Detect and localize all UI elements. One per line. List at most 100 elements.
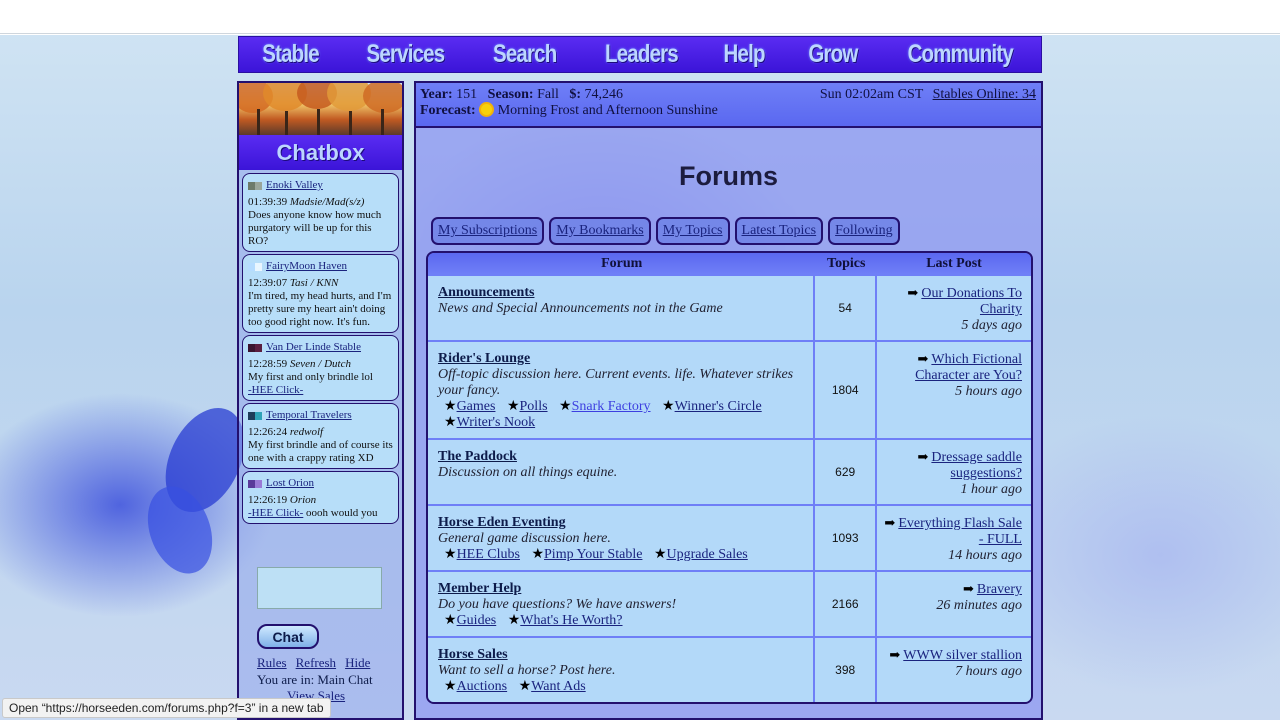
clock-online: Sun 02:02am CST Stables Online: 34 [820, 87, 1036, 103]
forum-cell: The Paddock Discussion on all things equi… [428, 440, 816, 504]
header-forum: Forum [601, 255, 643, 271]
chat-user: redwolf [289, 426, 324, 438]
subforum-link[interactable]: Polls [520, 399, 548, 414]
subforum-link[interactable]: Writer's Nook [457, 415, 536, 430]
nav-leaders[interactable]: Leaders [605, 40, 679, 69]
subforum-link[interactable]: Winner's Circle [675, 399, 762, 414]
hee-click-link[interactable]: -HEE Click- [248, 384, 303, 396]
chat-stable-link[interactable]: Temporal Travelers [266, 409, 352, 422]
forum-description: Discussion on all things equine. [438, 465, 618, 480]
arrow-right-icon: ➡ [962, 581, 974, 596]
chat-stable-row: Lost Orion [248, 477, 393, 490]
chat-message-input[interactable] [257, 567, 382, 609]
forum-name-link[interactable]: Announcements [438, 285, 534, 300]
chat-stable-link[interactable]: FairyMoon Haven [266, 260, 347, 273]
subforum-link[interactable]: HEE Clubs [457, 547, 520, 562]
chat-user: Seven / Dutch [289, 358, 351, 370]
subforum-link[interactable]: Snark Factory [572, 399, 651, 414]
chat-time: 01:39:39 [248, 196, 288, 208]
star-icon: ★ [506, 399, 520, 414]
rules-link[interactable]: Rules [257, 655, 287, 671]
star-icon: ★ [653, 547, 667, 562]
forum-name-link[interactable]: Rider's Lounge [438, 351, 530, 366]
topics-count: 629 [815, 440, 877, 504]
tab-my-bookmarks[interactable]: My Bookmarks [549, 217, 651, 245]
last-post-link[interactable]: Dressage saddle suggestions? [931, 450, 1022, 481]
chat-stable-link[interactable]: Van Der Linde Stable [266, 341, 361, 354]
subforum-link[interactable]: Auctions [457, 679, 508, 694]
subforum-link[interactable]: Games [457, 399, 496, 414]
nav-search[interactable]: Search [493, 40, 557, 69]
chat-meta: 12:26:19 Orion [248, 494, 393, 507]
header-last-post: Last Post [926, 255, 982, 271]
forecast-value: Morning Frost and Afternoon Sunshine [497, 103, 718, 118]
last-post-link[interactable]: Our Donations To Charity [921, 286, 1022, 317]
subforum-link[interactable]: Guides [457, 613, 497, 628]
chat-stable-link[interactable]: Lost Orion [266, 477, 314, 490]
forum-tabs: My Subscriptions My Bookmarks My Topics Lat… [431, 217, 900, 245]
page-title: Forums [678, 161, 778, 191]
last-post-link[interactable]: WWW silver stallion [903, 648, 1022, 663]
subforum-item: ★Games [444, 399, 495, 414]
last-post-link[interactable]: Which Fictional Character are You? [915, 352, 1022, 383]
hide-link[interactable]: Hide [345, 655, 370, 671]
last-post-time: 26 minutes ago [936, 598, 1022, 613]
nav-grow[interactable]: Grow [808, 40, 858, 69]
stable-flag-icon [248, 181, 262, 190]
last-post-time: 1 hour ago [960, 482, 1022, 497]
last-post-link[interactable]: Everything Flash Sale - FULL [898, 516, 1022, 547]
chat-stable-row: Van Der Linde Stable [248, 341, 393, 354]
chat-time: 12:28:59 [248, 358, 288, 370]
topics-count: 1093 [815, 506, 877, 570]
subforum-list: ★Games ★Polls ★Snark Factory ★Winner's C… [438, 399, 805, 431]
chat-sidebar: Chatbox Enoki Valley 01:39:39 Madsie/Mad(… [237, 81, 404, 720]
chat-message-list[interactable]: Enoki Valley 01:39:39 Madsie/Mad(s/z) Does… [239, 170, 402, 545]
subforum-link[interactable]: What's He Worth? [520, 613, 622, 628]
arrow-right-icon: ➡ [917, 351, 929, 366]
stable-flag-icon [248, 262, 262, 271]
tab-latest-topics[interactable]: Latest Topics [734, 217, 824, 245]
subforum-link[interactable]: Pimp Your Stable [544, 547, 642, 562]
browser-status-bar: Open “https://horseeden.com/forums.php?f… [2, 698, 331, 718]
subforum-item: ★What's He Worth? [508, 613, 623, 628]
chat-stable-link[interactable]: Enoki Valley [266, 179, 323, 192]
chat-message: Temporal Travelers 12:26:24 redwolf My fir… [242, 403, 399, 469]
star-icon: ★ [559, 399, 572, 414]
chat-meta: 01:39:39 Madsie/Mad(s/z) [248, 196, 393, 209]
forum-cell: Horse Eden Eventing General game discussi… [428, 506, 816, 570]
tab-my-topics[interactable]: My Topics [655, 217, 730, 245]
tab-following[interactable]: Following [828, 217, 900, 245]
forum-name-link[interactable]: Horse Sales [438, 647, 508, 662]
subforum-item: ★Snark Factory [559, 399, 651, 414]
stables-online-link[interactable]: Stables Online: 34 [933, 87, 1036, 102]
forum-name-link[interactable]: Horse Eden Eventing [438, 515, 566, 530]
hee-click-link[interactable]: -HEE Click- [248, 507, 303, 519]
header-topics: Topics [827, 255, 866, 271]
chat-send-button[interactable]: Chat [257, 624, 319, 649]
forum-cell: Member Help Do you have questions? We hav… [428, 572, 816, 636]
last-post-cell: ➡ Bravery 26 minutes ago [876, 572, 1031, 636]
year-label: Year: [420, 87, 453, 102]
refresh-link[interactable]: Refresh [296, 655, 336, 671]
subforum-link[interactable]: Upgrade Sales [667, 547, 748, 562]
star-icon: ★ [507, 613, 521, 628]
chat-stable-row: FairyMoon Haven [248, 260, 393, 273]
forum-name-link[interactable]: The Paddock [438, 449, 517, 464]
game-clock: Sun 02:02am CST [819, 87, 924, 102]
nav-community[interactable]: Community [907, 40, 1013, 69]
nav-services[interactable]: Services [367, 40, 446, 69]
chatbox-title: Chatbox [239, 135, 402, 170]
star-icon: ★ [444, 547, 457, 562]
nav-help[interactable]: Help [724, 40, 766, 69]
last-post-link[interactable]: Bravery [977, 582, 1022, 597]
nav-stable[interactable]: Stable [262, 40, 319, 69]
chat-meta: 12:39:07 Tasi / KNN [248, 277, 393, 290]
tab-my-subscriptions[interactable]: My Subscriptions [431, 217, 545, 245]
chat-text: My first brindle and of course its one w… [248, 439, 393, 464]
forum-name-link[interactable]: Member Help [438, 581, 521, 596]
season-label: Season: [487, 87, 534, 102]
chat-message: FairyMoon Haven 12:39:07 Tasi / KNN I'm ti… [242, 254, 399, 333]
last-post-time: 5 hours ago [955, 384, 1022, 399]
chat-text: My first and only brindle lol [248, 371, 373, 383]
subforum-link[interactable]: Want Ads [531, 679, 585, 694]
